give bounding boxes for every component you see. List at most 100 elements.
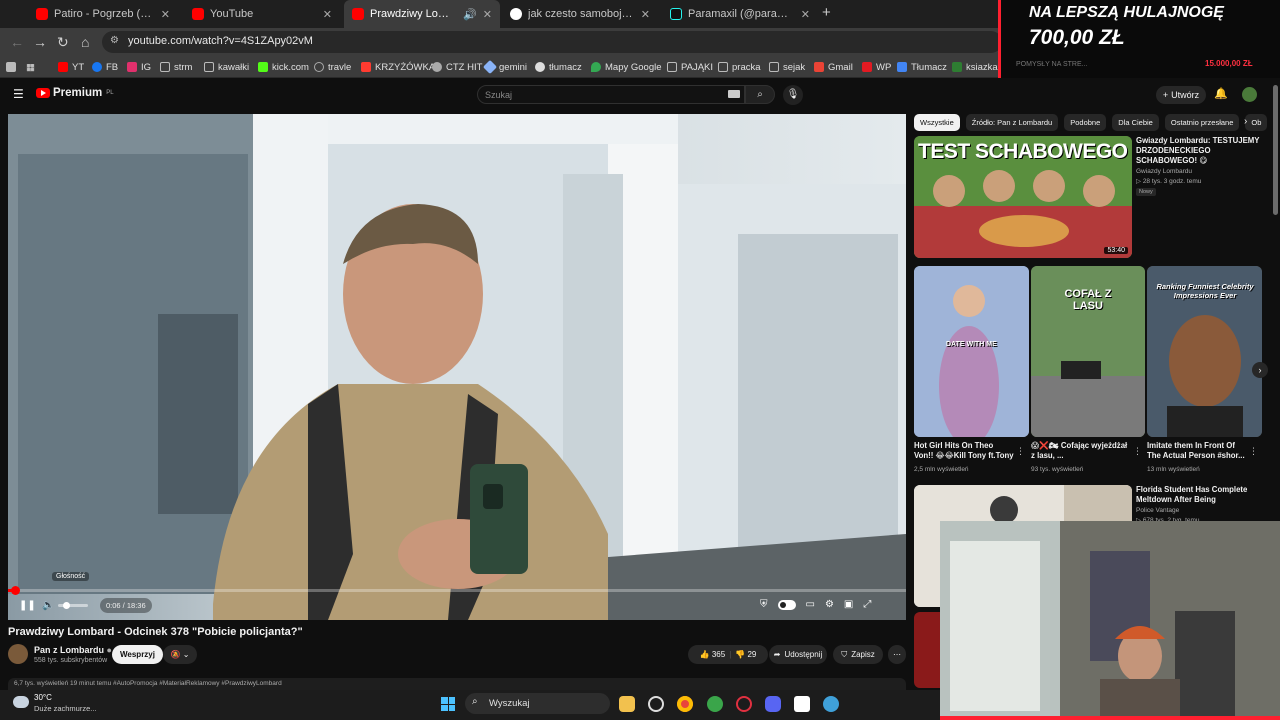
- chip-source[interactable]: Źródło: Pan z Lombardu: [965, 114, 1059, 131]
- short-menu-icon[interactable]: ⋮: [1016, 446, 1025, 457]
- voice-search-icon[interactable]: 🎙: [783, 85, 803, 105]
- keyboard-icon[interactable]: [728, 90, 740, 98]
- settings-icon[interactable]: ⚙: [825, 599, 834, 610]
- search-button[interactable]: ⌕: [745, 85, 775, 104]
- short-title[interactable]: Imitate them In Front Of The Actual Pers…: [1147, 441, 1247, 461]
- volume-slider[interactable]: [58, 602, 88, 609]
- sponsor-shield-icon[interactable]: ⛨: [760, 599, 768, 610]
- support-button[interactable]: Wesprzyj: [112, 645, 163, 664]
- close-tab-icon[interactable]: ✕: [641, 8, 650, 21]
- cloud-icon[interactable]: [13, 696, 29, 708]
- globe-icon[interactable]: [823, 696, 839, 712]
- chip-similar[interactable]: Podobne: [1064, 114, 1107, 131]
- menu-icon[interactable]: ☰: [13, 87, 24, 101]
- account-avatar[interactable]: [1242, 87, 1257, 102]
- bookmark-mapy[interactable]: Mapy Google: [591, 58, 662, 76]
- audio-playing-icon[interactable]: 🔊: [463, 8, 477, 21]
- miniplayer-icon[interactable]: ▣: [844, 599, 853, 610]
- taskbar-search[interactable]: [465, 693, 610, 714]
- bookmark-yt[interactable]: YT: [58, 58, 84, 76]
- rec-channel[interactable]: Police Vantage: [1136, 506, 1179, 515]
- rec-title[interactable]: Gwiazdy Lombardu: TESTUJEMY DRZODENECKIE…: [1136, 136, 1262, 166]
- browser-icon[interactable]: [707, 696, 723, 712]
- video-description[interactable]: 6,7 tys. wyświetleń 19 minut temu #AutoP…: [8, 678, 906, 690]
- video-player[interactable]: [8, 114, 906, 620]
- bookmark-pajaki[interactable]: PAJĄKI: [667, 58, 713, 76]
- browser-tab[interactable]: YouTube ✕: [184, 0, 340, 28]
- new-tab-icon[interactable]: +: [822, 4, 831, 21]
- progress-bar[interactable]: [8, 586, 906, 595]
- short-title[interactable]: 😱❌🏍 Cofając wyjeżdżał z lasu, ...: [1031, 441, 1131, 461]
- search-input[interactable]: [477, 85, 745, 104]
- forward-icon[interactable]: →: [33, 34, 47, 50]
- bookmark-fb[interactable]: FB: [92, 58, 118, 76]
- weather-description[interactable]: Duże zachmurze...: [34, 704, 97, 713]
- notifications-icon[interactable]: 🔔: [1214, 87, 1228, 100]
- volume-icon[interactable]: 🔈: [42, 600, 54, 611]
- bookmark-krzyzowka[interactable]: KRZYŻÓWKA: [361, 58, 435, 76]
- bookmark-pracka[interactable]: pracka: [718, 58, 761, 76]
- bookmark-kick[interactable]: kick.com: [258, 58, 309, 76]
- bookmark-ig[interactable]: IG: [127, 58, 151, 76]
- site-info-icon[interactable]: ⚙: [110, 35, 119, 46]
- windows-start-icon[interactable]: [441, 697, 455, 711]
- bookmark-tlumacz[interactable]: tłumacz: [535, 58, 582, 76]
- close-tab-icon[interactable]: ✕: [323, 8, 332, 21]
- back-icon[interactable]: ←: [10, 34, 24, 50]
- browser-tab[interactable]: Patiro - Pogrzeb (prod. Bero) - Y ✕: [28, 0, 178, 28]
- subtitles-icon[interactable]: ▭: [806, 599, 815, 610]
- browser-tab[interactable]: jak czesto samobojcy zostawiaj ✕: [502, 0, 658, 28]
- bookmark-sejak[interactable]: sejak: [769, 58, 805, 76]
- browser-tab-active[interactable]: Prawdziwy Lombard - Odci 🔊 ✕: [344, 0, 500, 28]
- discord-icon[interactable]: [765, 696, 781, 712]
- short-menu-icon[interactable]: ⋮: [1133, 446, 1142, 457]
- autoplay-toggle[interactable]: [777, 600, 796, 610]
- close-tab-icon[interactable]: ✕: [483, 8, 492, 21]
- more-actions-icon[interactable]: ⋯: [888, 645, 906, 664]
- chip-all[interactable]: Wszystkie: [914, 114, 960, 131]
- video-thumbnail[interactable]: TEST SCHABOWEGO 53:40: [914, 136, 1132, 258]
- app-icon[interactable]: [648, 696, 664, 712]
- save-button[interactable]: ⛉ Zapisz: [833, 645, 883, 664]
- short-menu-icon[interactable]: ⋮: [1249, 446, 1258, 457]
- fullscreen-icon[interactable]: ⤢: [863, 599, 871, 610]
- short-thumbnail[interactable]: COFAŁ Z LASU: [1031, 266, 1145, 437]
- chrome-icon[interactable]: [677, 696, 693, 712]
- like-button[interactable]: 👍 365: [700, 650, 726, 659]
- bookmark-tlumacz2[interactable]: Tłumacz: [897, 58, 947, 76]
- volume-handle[interactable]: [63, 602, 70, 609]
- bookmark-ksiazka[interactable]: ksiazka: [952, 58, 998, 76]
- bookmark-gmail[interactable]: Gmail: [814, 58, 853, 76]
- shorts-next-icon[interactable]: ›: [1252, 362, 1268, 378]
- pause-icon[interactable]: ❚❚: [19, 600, 36, 611]
- weather-temperature[interactable]: 30°C: [34, 693, 52, 702]
- create-button[interactable]: + Utwórz: [1156, 86, 1206, 104]
- channel-avatar[interactable]: [8, 644, 28, 664]
- bookmark-travle[interactable]: travle: [314, 58, 351, 76]
- short-thumbnail[interactable]: Ranking Funniest Celebrity Impressions E…: [1147, 266, 1262, 437]
- chip-recent[interactable]: Ostatnio przesłane: [1164, 114, 1240, 131]
- scrollbar-thumb[interactable]: [1273, 85, 1278, 215]
- bookmark-strm[interactable]: strm: [160, 58, 192, 76]
- short-title[interactable]: Hot Girl Hits On Theo Von!! 😂😂Kill Tony …: [914, 441, 1014, 461]
- share-button[interactable]: ➦ Udostępnij: [769, 645, 827, 664]
- apps-icon[interactable]: [6, 58, 16, 76]
- progress-handle[interactable]: [11, 586, 20, 595]
- channel-name[interactable]: Pan z Lombardu ●: [34, 645, 112, 655]
- bookmark-gemini[interactable]: gemini: [482, 58, 527, 76]
- chevron-right-icon[interactable]: ›: [1244, 116, 1247, 127]
- bookmark-kawalki[interactable]: kawałki: [204, 58, 249, 76]
- url-text[interactable]: youtube.com/watch?v=4S1ZApy02vM: [128, 35, 313, 47]
- close-tab-icon[interactable]: ✕: [161, 8, 170, 21]
- rec-channel[interactable]: Gwiazdy Lombardu: [1136, 167, 1192, 176]
- short-thumbnail[interactable]: DATE WITH ME: [914, 266, 1029, 437]
- notes-icon[interactable]: [794, 696, 810, 712]
- youtube-logo[interactable]: Premium PL: [36, 87, 114, 99]
- reload-icon[interactable]: ↻: [57, 34, 69, 51]
- video-thumbnail[interactable]: [914, 612, 940, 688]
- rec-title[interactable]: Florida Student Has Complete Meltdown Af…: [1136, 485, 1262, 505]
- close-tab-icon[interactable]: ✕: [801, 8, 810, 21]
- grid-icon[interactable]: ▦: [26, 58, 35, 76]
- bookmark-ctzhit[interactable]: CTZ HIT: [432, 58, 482, 76]
- home-icon[interactable]: ⌂: [81, 34, 89, 50]
